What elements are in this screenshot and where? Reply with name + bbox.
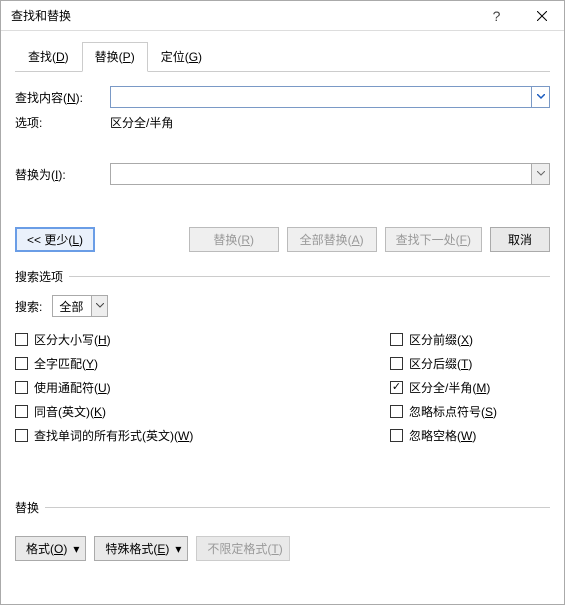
checkbox-label: 同音(英文)(K) [34, 403, 106, 420]
options-label: 选项: [15, 114, 110, 131]
checkbox-box [390, 333, 403, 346]
checkbox-right-4[interactable]: 忽略空格(W) [390, 423, 550, 447]
dialog-body: 查找(D) 替换(P) 定位(G) 查找内容(N): 选项: 区分全/半角 [1, 31, 564, 575]
close-button[interactable] [519, 1, 564, 31]
checkbox-columns: 区分大小写(H) 全字匹配(Y) 使用通配符(U) 同音(英文)(K) 查找单词的所有形… [15, 327, 550, 447]
checkbox-label: 全字匹配(Y) [34, 355, 98, 372]
window-title: 查找和替换 [11, 7, 474, 24]
checkbox-label: 忽略空格(W) [409, 427, 476, 444]
checkbox-box [390, 357, 403, 370]
replace-history-dropdown[interactable] [532, 163, 550, 185]
search-direction-select[interactable]: 全部 [52, 295, 108, 317]
checkbox-left-0[interactable]: 区分大小写(H) [15, 327, 390, 351]
checkbox-right-2[interactable]: 区分全/半角(M) [390, 375, 550, 399]
checkbox-right-3[interactable]: 忽略标点符号(S) [390, 399, 550, 423]
replace-row: 替换为(I): [15, 163, 550, 185]
checkbox-label: 区分后缀(T) [409, 355, 472, 372]
checkbox-box [390, 429, 403, 442]
checkbox-label: 查找单词的所有形式(英文)(W) [34, 427, 193, 444]
replace-format-legend: 替换 [15, 499, 45, 516]
find-label: 查找内容(N): [15, 89, 110, 106]
format-button[interactable]: 格式(O) ▾ [15, 536, 86, 561]
search-direction-row: 搜索: 全部 [15, 295, 550, 317]
options-row: 选项: 区分全/半角 [15, 114, 550, 131]
checkbox-label: 区分大小写(H) [34, 331, 111, 348]
search-options-legend: 搜索选项 [15, 268, 69, 285]
tabstrip: 查找(D) 替换(P) 定位(G) [15, 41, 550, 72]
checkbox-label: 忽略标点符号(S) [409, 403, 497, 420]
replace-all-button[interactable]: 全部替换(A) [287, 227, 377, 252]
no-format-button[interactable]: 不限定格式(T) [196, 536, 289, 561]
chevron-down-icon [537, 94, 545, 100]
titlebar: 查找和替换 ? [1, 1, 564, 31]
checkbox-left-4[interactable]: 查找单词的所有形式(英文)(W) [15, 423, 390, 447]
replace-format-group: 替换 格式(O) ▾ 特殊格式(E) ▾ 不限定格式(T) [15, 499, 550, 561]
checkbox-label: 使用通配符(U) [34, 379, 111, 396]
chevron-down-icon [537, 171, 545, 177]
special-format-button[interactable]: 特殊格式(E) ▾ [94, 536, 188, 561]
checkbox-box [15, 333, 28, 346]
checkbox-box [390, 405, 403, 418]
checkbox-box [15, 381, 28, 394]
options-value: 区分全/半角 [110, 114, 173, 131]
checkbox-left-3[interactable]: 同音(英文)(K) [15, 399, 390, 423]
tab-goto[interactable]: 定位(G) [148, 42, 215, 72]
replace-button[interactable]: 替换(R) [189, 227, 279, 252]
checkbox-box [390, 381, 403, 394]
less-button[interactable]: << 更少(L) [15, 227, 95, 252]
replace-label: 替换为(I): [15, 166, 110, 183]
search-direction-value: 全部 [53, 298, 91, 315]
checkbox-left-2[interactable]: 使用通配符(U) [15, 375, 390, 399]
help-button[interactable]: ? [474, 1, 519, 31]
tab-replace[interactable]: 替换(P) [82, 42, 148, 72]
format-buttons: 格式(O) ▾ 特殊格式(E) ▾ 不限定格式(T) [15, 536, 550, 561]
checkbox-box [15, 405, 28, 418]
checkbox-box [15, 429, 28, 442]
caret-down-icon: ▾ [73, 542, 79, 556]
close-icon [537, 11, 547, 21]
checkbox-label: 区分全/半角(M) [409, 379, 490, 396]
checkbox-label: 区分前缀(X) [409, 331, 473, 348]
search-direction-label: 搜索: [15, 298, 42, 315]
cancel-button[interactable]: 取消 [490, 227, 550, 252]
find-history-dropdown[interactable] [532, 86, 550, 108]
action-buttons: << 更少(L) 替换(R) 全部替换(A) 查找下一处(F) 取消 [15, 227, 550, 252]
find-input[interactable] [110, 86, 532, 108]
checkbox-left-1[interactable]: 全字匹配(Y) [15, 351, 390, 375]
caret-down-icon: ▾ [175, 542, 181, 556]
find-next-button[interactable]: 查找下一处(F) [385, 227, 482, 252]
replace-input[interactable] [110, 163, 532, 185]
checkbox-col-right: 区分前缀(X) 区分后缀(T) 区分全/半角(M) 忽略标点符号(S) 忽略空格(W) [390, 327, 550, 447]
search-options-group: 搜索选项 搜索: 全部 区分大小写(H) 全字匹配(Y) 使用通配符(U) 同音(英文… [15, 268, 550, 447]
chevron-down-icon [91, 296, 107, 316]
checkbox-col-left: 区分大小写(H) 全字匹配(Y) 使用通配符(U) 同音(英文)(K) 查找单词的所有形… [15, 327, 390, 447]
find-replace-dialog: 查找和替换 ? 查找(D) 替换(P) 定位(G) 查找内容(N): [0, 0, 565, 605]
checkbox-right-0[interactable]: 区分前缀(X) [390, 327, 550, 351]
checkbox-right-1[interactable]: 区分后缀(T) [390, 351, 550, 375]
tab-find[interactable]: 查找(D) [15, 42, 82, 72]
find-row: 查找内容(N): [15, 86, 550, 108]
checkbox-box [15, 357, 28, 370]
